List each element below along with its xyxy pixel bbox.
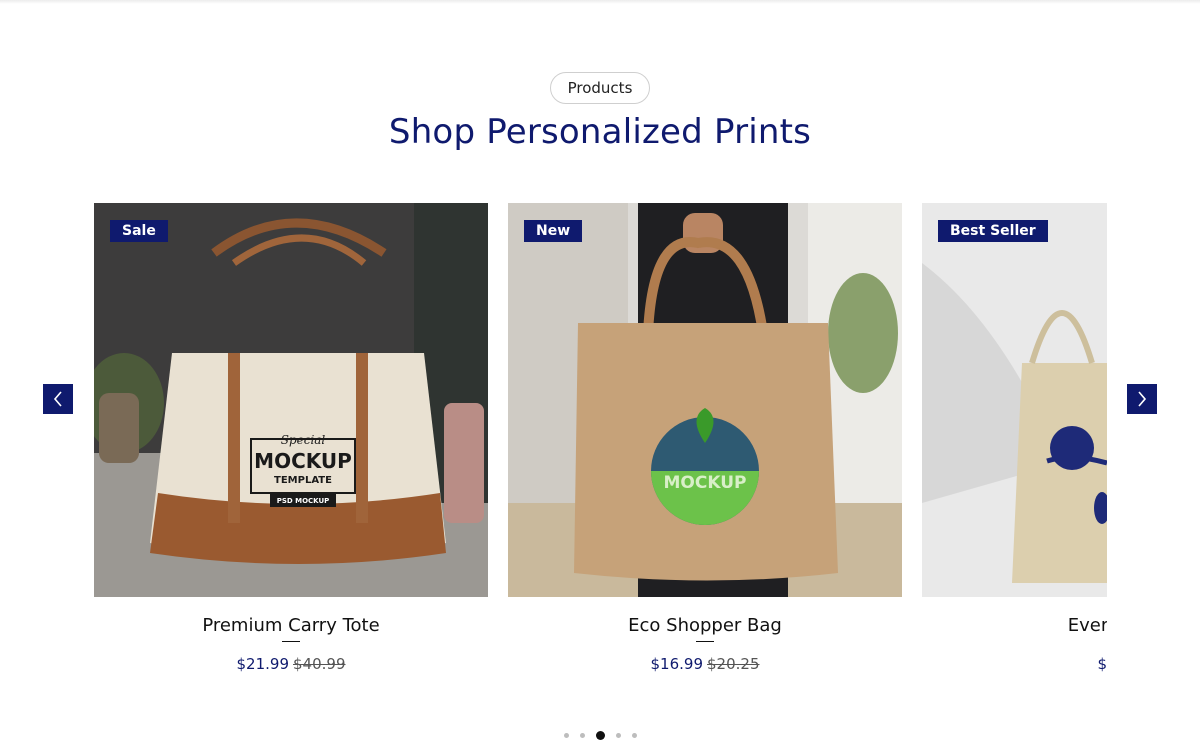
section-label-pill: Products [550, 72, 650, 104]
section-title: Shop Personalized Prints [388, 112, 812, 152]
current-price: $21.99 [236, 655, 290, 673]
product-image[interactable]: MOCKUP New [508, 203, 902, 597]
product-card[interactable]: Special MOCKUP TEMPLATE PSD MOCKUP Sale … [94, 203, 488, 683]
product-carousel: Special MOCKUP TEMPLATE PSD MOCKUP Sale … [94, 203, 1107, 683]
svg-text:MOCKUP: MOCKUP [254, 449, 352, 473]
product-name[interactable]: Eco Shopper Bag [508, 615, 902, 636]
current-price: $18.9 [1097, 655, 1107, 673]
product-price: $21.99 $40.99 [94, 655, 488, 673]
best-seller-badge: Best Seller [938, 220, 1048, 242]
pagination-dot-2[interactable] [579, 732, 585, 738]
new-badge: New [524, 220, 583, 242]
carousel-next-button[interactable] [1127, 384, 1157, 414]
svg-text:Special: Special [281, 433, 326, 447]
svg-text:TEMPLATE: TEMPLATE [274, 475, 332, 486]
chevron-right-icon [1138, 391, 1147, 407]
original-price: $40.99 [293, 655, 346, 673]
section-label: Products [567, 79, 633, 97]
pagination-dot-3[interactable] [595, 730, 605, 740]
product-card[interactable]: MOCKUP New Eco Shopper Bag $16.99 $20.25 [508, 203, 902, 683]
header-shadow [0, 0, 1200, 4]
product-name[interactable]: Premium Carry Tote [94, 615, 488, 636]
product-name[interactable]: Everyday C [922, 615, 1107, 636]
pagination-dot-1[interactable] [563, 732, 569, 738]
carousel-pagination [0, 729, 1200, 741]
name-underline [282, 641, 300, 642]
product-image[interactable]: Special MOCKUP TEMPLATE PSD MOCKUP Sale [94, 203, 488, 597]
svg-text:MOCKUP: MOCKUP [664, 473, 747, 493]
pagination-dot-5[interactable] [631, 732, 637, 738]
product-price: $16.99 $20.25 [508, 655, 902, 673]
svg-text:PSD MOCKUP: PSD MOCKUP [277, 497, 330, 505]
jute-bag-image: MOCKUP [508, 203, 902, 597]
pagination-dot-4[interactable] [615, 732, 621, 738]
name-underline [696, 641, 714, 642]
original-price: $20.25 [707, 655, 760, 673]
canvas-tote-image [922, 203, 1107, 597]
current-price: $16.99 [650, 655, 704, 673]
chevron-left-icon [53, 391, 62, 407]
sale-badge: Sale [110, 220, 168, 242]
product-card[interactable]: Best Seller Everyday C $18.9 [922, 203, 1107, 683]
tote-bag-image: Special MOCKUP TEMPLATE PSD MOCKUP [94, 203, 488, 597]
product-image[interactable]: Best Seller [922, 203, 1107, 597]
carousel-prev-button[interactable] [43, 384, 73, 414]
product-price: $18.9 [922, 655, 1107, 673]
